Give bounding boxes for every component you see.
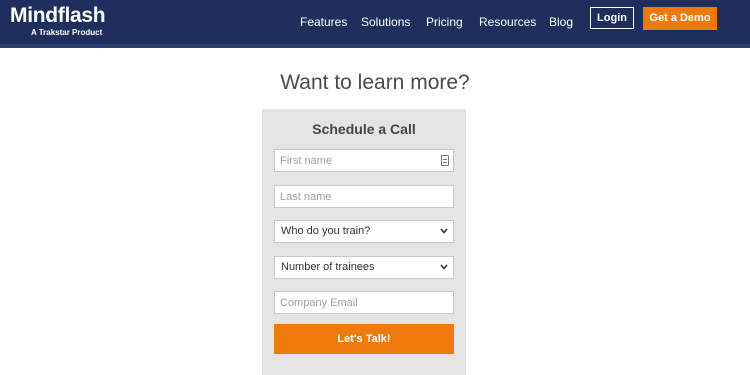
last-name-input[interactable] bbox=[274, 185, 454, 208]
page-heading: Want to learn more? bbox=[280, 71, 470, 94]
number-of-trainees-select[interactable]: Number of trainees bbox=[274, 256, 454, 279]
nav-link-resources[interactable]: Resources bbox=[479, 14, 536, 30]
first-name-field[interactable] bbox=[274, 149, 454, 172]
nav-link-blog[interactable]: Blog bbox=[549, 14, 573, 30]
chevron-down-icon bbox=[440, 228, 448, 234]
get-demo-button[interactable]: Get a Demo bbox=[643, 7, 717, 30]
nav-link-solutions[interactable]: Solutions bbox=[361, 14, 410, 30]
nav-link-pricing[interactable]: Pricing bbox=[426, 14, 463, 30]
lets-talk-button[interactable]: Let's Talk! bbox=[274, 324, 454, 354]
who-do-you-train-select[interactable]: Who do you train? bbox=[274, 220, 454, 243]
main-nav: Features Solutions Pricing Resources Blo… bbox=[0, 14, 750, 32]
chevron-down-icon bbox=[440, 264, 448, 270]
company-email-input[interactable] bbox=[274, 291, 454, 314]
autofill-icon[interactable] bbox=[441, 155, 449, 166]
nav-link-features[interactable]: Features bbox=[300, 14, 347, 30]
first-name-input[interactable] bbox=[274, 149, 454, 172]
login-button[interactable]: Login bbox=[590, 7, 634, 29]
who-do-you-train-value: Who do you train? bbox=[281, 225, 371, 237]
form-title: Schedule a Call bbox=[312, 121, 416, 137]
top-navbar: Mindflash A Trakstar Product Features So… bbox=[0, 0, 750, 48]
schedule-call-form: Schedule a Call Who do you train? Number… bbox=[262, 109, 466, 375]
number-of-trainees-value: Number of trainees bbox=[281, 261, 375, 273]
